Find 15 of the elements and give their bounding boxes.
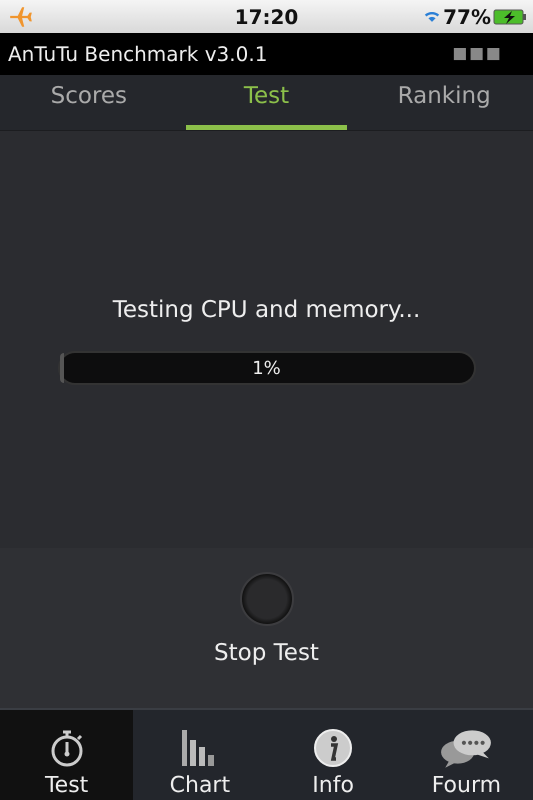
nav-item[interactable]: Fourm bbox=[400, 710, 533, 800]
wifi-icon bbox=[423, 10, 442, 23]
status-message: Testing CPU and memory... bbox=[112, 297, 420, 323]
info-icon bbox=[313, 727, 354, 769]
progress-percentage: 1% bbox=[252, 358, 281, 378]
battery-percentage: 77% bbox=[443, 4, 491, 28]
nav-item[interactable]: Chart bbox=[133, 710, 266, 800]
tab[interactable]: Ranking bbox=[363, 75, 526, 130]
nav-item[interactable]: Test bbox=[0, 710, 134, 800]
tab[interactable]: Scores bbox=[8, 75, 170, 130]
nav-item[interactable]: Info bbox=[266, 710, 400, 800]
battery-icon bbox=[493, 8, 527, 24]
clock-time: 17:20 bbox=[234, 4, 298, 28]
stop-test-label: Stop Test bbox=[214, 640, 319, 666]
app-title: AnTuTu Benchmark v3.0.1 bbox=[8, 42, 268, 66]
